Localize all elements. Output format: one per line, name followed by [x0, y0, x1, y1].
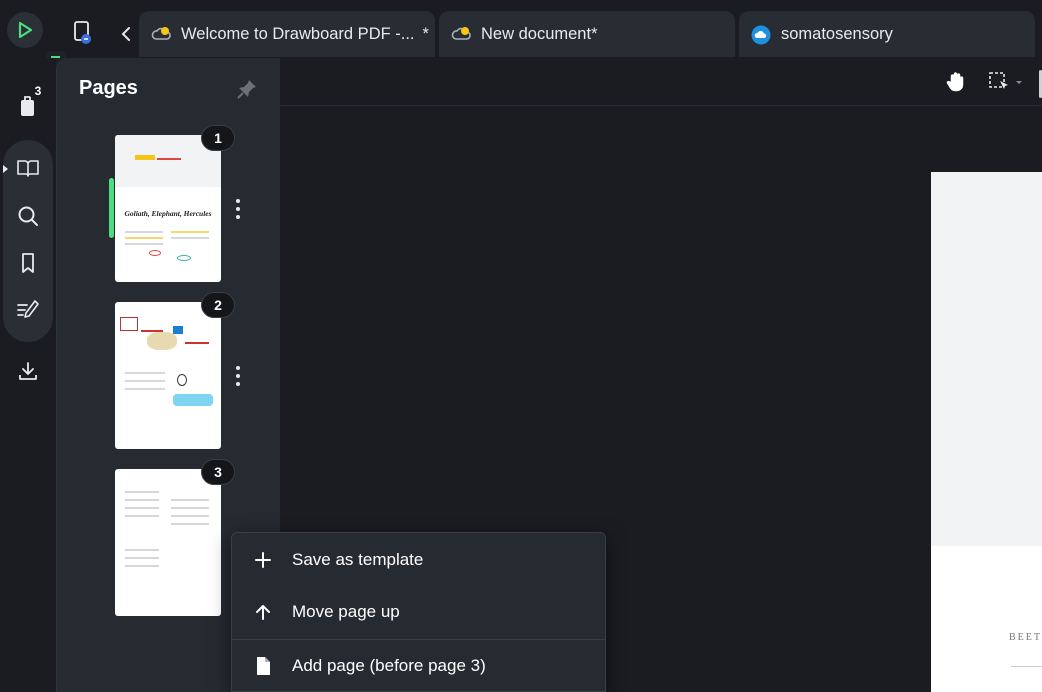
- page-more-icon[interactable]: [230, 363, 246, 389]
- page-thumbnail-2[interactable]: [115, 302, 221, 449]
- thumb-title: Goliath, Elephant, Hercules: [124, 209, 212, 218]
- document-info-icon[interactable]: [71, 20, 95, 46]
- pin-icon[interactable]: [235, 77, 259, 101]
- unsaved-indicator: *: [422, 24, 429, 43]
- book-icon[interactable]: [8, 148, 48, 188]
- menu-item-move-page-up[interactable]: Move page up: [232, 586, 605, 638]
- lasso-select-icon[interactable]: [988, 70, 1024, 94]
- page-number-badge: 2: [201, 292, 235, 318]
- page-heading-text: BEET: [1009, 632, 1042, 643]
- menu-item-label: Move page up: [292, 602, 400, 621]
- document-page[interactable]: BEET: [931, 172, 1042, 692]
- tab-label: New document: [481, 24, 592, 43]
- page-context-menu: Save as template Move page up Add page (…: [231, 532, 606, 692]
- panel-title: Pages: [79, 77, 138, 99]
- menu-item-save-as-template[interactable]: Save as template: [232, 534, 605, 586]
- bookmark-icon[interactable]: [8, 243, 48, 283]
- annotations-icon[interactable]: [8, 290, 48, 330]
- drawboard-logo-icon[interactable]: [7, 12, 43, 48]
- page-number-badge: 1: [201, 125, 235, 151]
- unsaved-indicator: *: [591, 24, 598, 43]
- page-more-icon[interactable]: [230, 196, 246, 222]
- page-thumbnail-1[interactable]: Goliath, Elephant, Hercules: [115, 135, 221, 282]
- hand-tool-icon[interactable]: [944, 70, 968, 94]
- arrow-up-icon: [252, 601, 274, 623]
- active-page-indicator: [109, 178, 114, 238]
- divider: [1011, 666, 1042, 667]
- page-number-badge: 3: [201, 459, 235, 485]
- menu-item-add-page[interactable]: Add page (before page 3): [232, 640, 605, 692]
- menu-item-label: Save as template: [292, 550, 424, 569]
- new-page-icon: [252, 655, 274, 677]
- page-header-area: [931, 172, 1042, 546]
- menu-item-label: Add page (before page 3): [292, 656, 486, 675]
- open-docs-count: 3: [28, 83, 48, 99]
- tab-welcome[interactable]: Welcome to Drawboard PDF -... *: [139, 11, 435, 57]
- tab-label: somatosensory: [781, 24, 893, 43]
- app-window: Welcome to Drawboard PDF -... * New docu…: [0, 0, 1042, 692]
- tab-label: Welcome to Drawboard PDF -...: [181, 24, 415, 43]
- cloud-sync-icon: [151, 25, 173, 43]
- search-icon[interactable]: [8, 196, 48, 236]
- top-bar: Welcome to Drawboard PDF -... * New docu…: [0, 0, 1042, 71]
- canvas-toolbar: [280, 58, 1042, 106]
- cloud-icon: [751, 25, 773, 45]
- plus-icon: [252, 549, 274, 571]
- tab-somatosensory[interactable]: somatosensory: [739, 11, 1035, 57]
- left-rail: 3: [0, 58, 56, 692]
- page-thumbnail-3[interactable]: [115, 469, 221, 616]
- back-button[interactable]: [114, 22, 138, 46]
- cloud-sync-icon: [451, 25, 473, 43]
- download-icon[interactable]: [8, 351, 48, 391]
- tab-new-document[interactable]: New document *: [439, 11, 735, 57]
